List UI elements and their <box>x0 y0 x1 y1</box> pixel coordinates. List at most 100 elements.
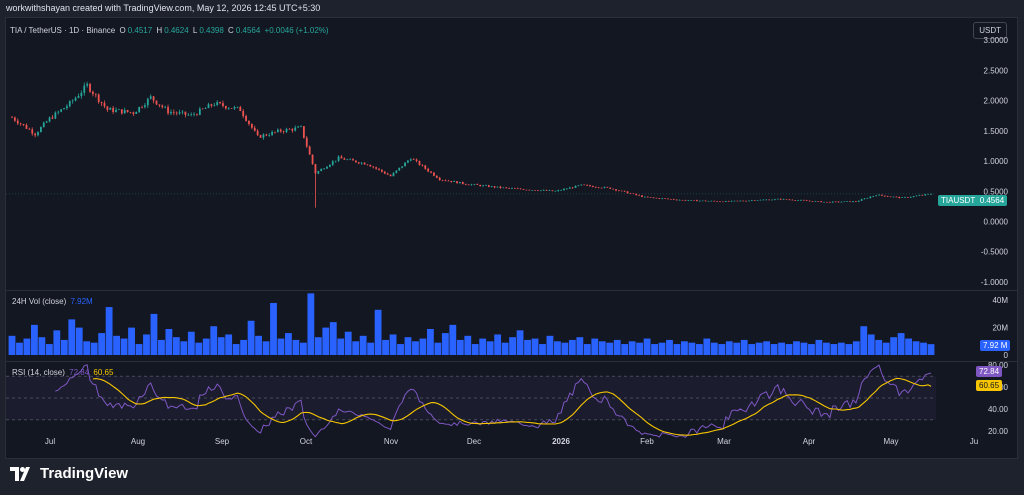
candle-body <box>730 200 733 202</box>
candle-body <box>545 190 548 191</box>
candle-body <box>11 117 13 119</box>
candle-body <box>456 181 458 184</box>
volume-bar <box>105 307 113 355</box>
price-tag-ticker: TIAUSDT <box>941 196 976 205</box>
candle-body <box>802 200 805 201</box>
volume-bar <box>628 341 636 355</box>
candle-body <box>840 201 843 203</box>
candle-body <box>626 191 629 194</box>
candle-body <box>256 130 259 136</box>
candle-body <box>921 195 924 196</box>
candle-body <box>250 123 253 128</box>
volume-bar <box>329 322 337 355</box>
candle-body <box>591 186 594 188</box>
candle-body <box>245 115 247 121</box>
candle-body <box>184 111 187 115</box>
candle-body <box>716 201 719 202</box>
volume-bar <box>427 328 434 355</box>
chart-canvas[interactable]: 3.00002.50002.00001.50001.00000.50000.00… <box>6 18 1017 458</box>
volume-bar <box>225 334 233 355</box>
candle-body <box>453 181 456 182</box>
candle-body <box>918 195 921 196</box>
price-axis-tick-1: 2.5000 <box>984 66 1009 75</box>
candle-body <box>924 194 927 196</box>
volume-bar <box>800 342 808 355</box>
volume-bar <box>740 339 748 355</box>
candle-body <box>415 159 418 161</box>
candle-body <box>869 196 872 199</box>
candle-body <box>285 128 288 132</box>
volume-bar <box>583 344 591 355</box>
volume-bar <box>240 339 248 355</box>
volume-bar <box>837 342 845 355</box>
candle-body <box>485 185 487 186</box>
candle-body <box>684 199 687 201</box>
volume-bar <box>456 339 464 355</box>
candle-body <box>511 188 513 189</box>
candle-body <box>528 189 531 191</box>
volume-bar <box>621 344 629 355</box>
candle-body <box>92 91 94 95</box>
candle-body <box>444 180 447 181</box>
candle-body <box>617 190 620 192</box>
candle-body <box>19 123 22 125</box>
candle-body <box>265 134 268 136</box>
volume-bar <box>755 342 763 355</box>
volume-bar <box>486 341 494 355</box>
candle-body <box>863 198 866 200</box>
candle-body <box>337 156 340 161</box>
candle-body <box>860 199 863 201</box>
candle-body <box>828 201 831 203</box>
candle-body <box>791 199 794 201</box>
candle-body <box>594 187 597 188</box>
candle-body <box>482 185 484 187</box>
candle-body <box>224 106 227 109</box>
candle-body <box>930 193 932 195</box>
volume-bar <box>135 344 143 355</box>
volume-bar <box>531 338 539 355</box>
volume-bar <box>404 337 412 355</box>
candle-body <box>25 124 28 129</box>
price-tag-value: 0.4564 <box>979 196 1005 205</box>
candle-body <box>326 166 328 169</box>
volume-bar <box>927 344 935 355</box>
candle-body <box>311 154 314 165</box>
candle-body <box>571 187 574 189</box>
volume-bar <box>23 338 31 355</box>
candle-body <box>892 196 895 198</box>
candle-body <box>831 201 834 203</box>
footer-logo[interactable]: TradingView <box>10 465 128 482</box>
candle-body <box>906 197 909 198</box>
candle-body <box>45 121 48 123</box>
candle-body <box>308 146 311 155</box>
volume-bar <box>912 341 920 355</box>
rsi-axis-tick-2: 40.00 <box>988 405 1009 414</box>
volume-bar <box>270 302 277 355</box>
candle-body <box>115 109 117 113</box>
volume-bar <box>337 338 345 355</box>
candle-body <box>701 200 704 202</box>
candle-body <box>259 135 262 138</box>
candle-body <box>537 190 539 192</box>
candle-body <box>776 198 779 200</box>
candle-body <box>262 134 265 138</box>
volume-bar <box>464 335 472 355</box>
candle-body <box>696 200 698 202</box>
candle-body <box>334 160 337 162</box>
candle-body <box>638 195 641 196</box>
rsi-ma-tag: 60.65 <box>976 380 1003 391</box>
candle-body <box>678 199 681 201</box>
volume-bar <box>262 341 270 355</box>
candle-body <box>670 199 672 200</box>
volume-bar <box>725 341 733 355</box>
candle-body <box>28 128 31 130</box>
candle-body <box>129 112 132 113</box>
chart-container[interactable]: TIA / TetherUS · 1D · Binance O 0.4517 H0… <box>5 17 1018 459</box>
candle-body <box>745 200 747 202</box>
candle-body <box>461 182 464 184</box>
candle-body <box>248 120 250 124</box>
volume-bar <box>681 341 688 355</box>
candle-body <box>719 201 721 203</box>
candle-body <box>372 166 375 168</box>
volume-bar <box>591 338 599 355</box>
